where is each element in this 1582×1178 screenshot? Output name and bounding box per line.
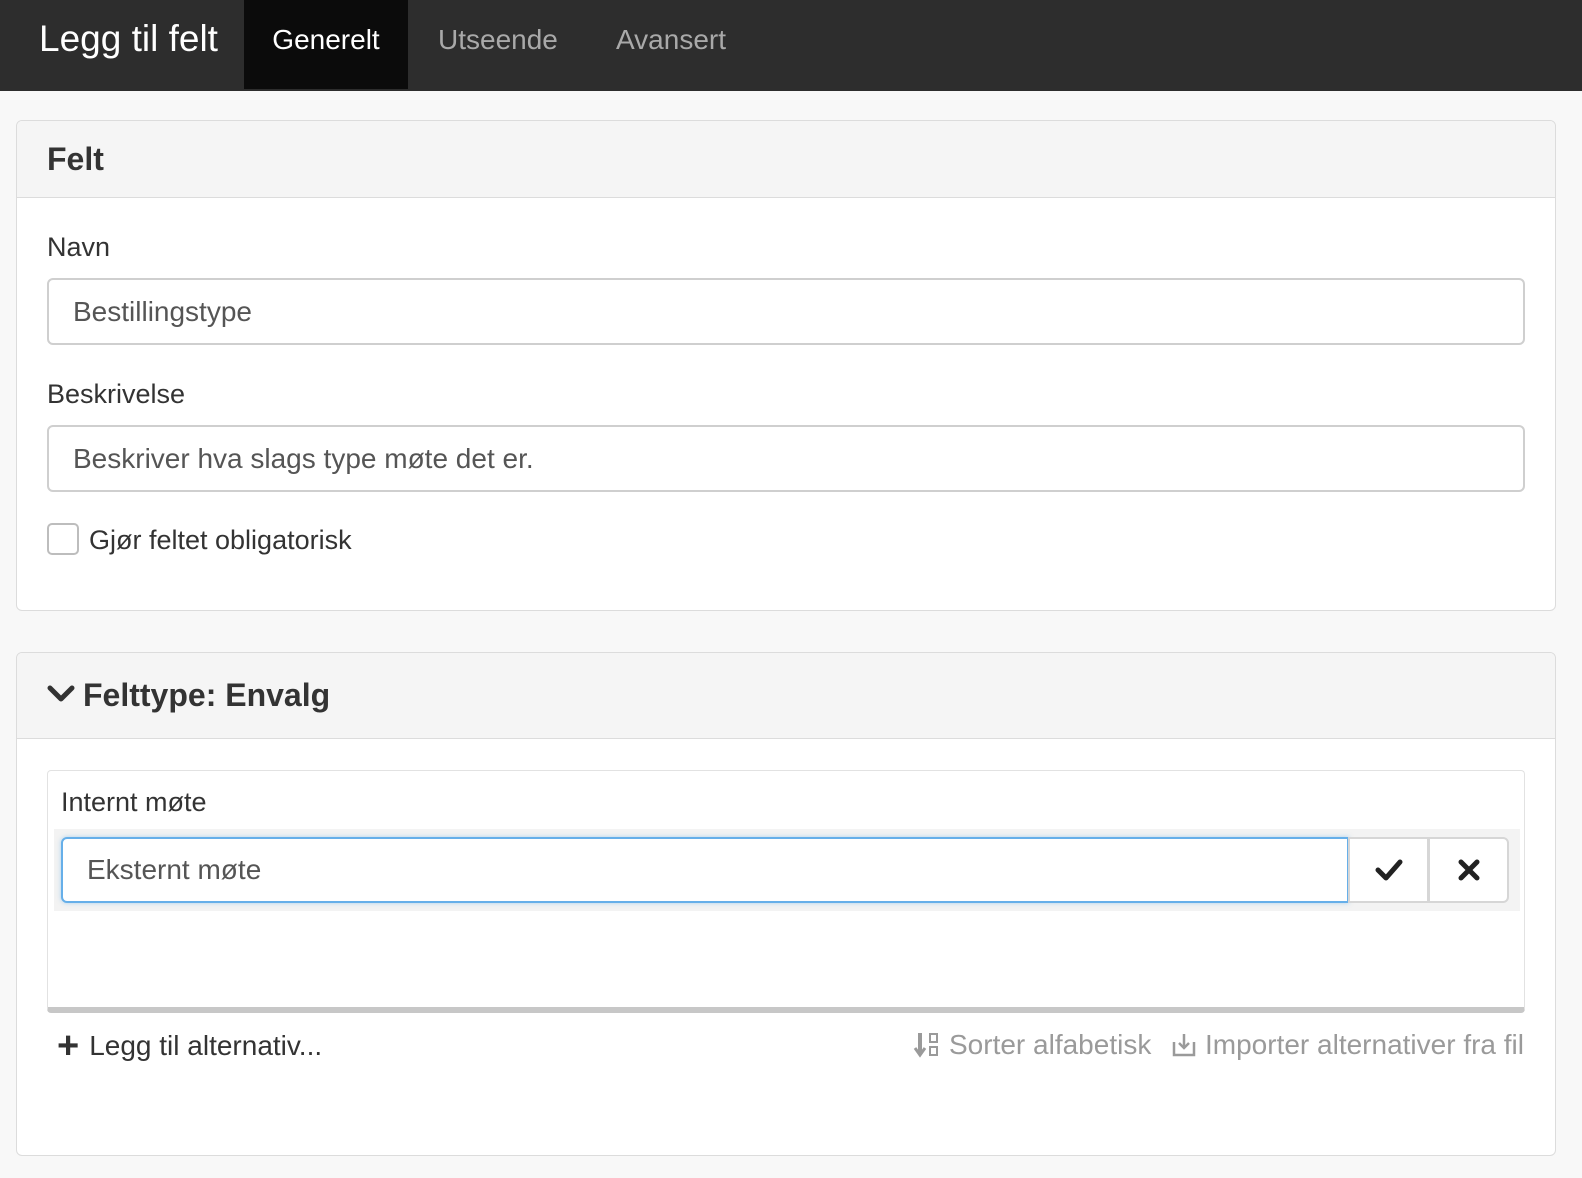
field-panel-header: Felt (17, 121, 1555, 198)
sort-alphabetically-link[interactable]: Sorter alfabetisk (913, 1029, 1151, 1061)
add-option-link[interactable]: + Legg til alternativ... (57, 1027, 322, 1065)
cancel-button[interactable] (1428, 837, 1509, 903)
option-edit-row (54, 829, 1520, 911)
name-label: Navn (47, 232, 111, 262)
top-navigation-bar: Legg til felt Generelt Utseende Avansert (0, 0, 1582, 91)
sort-alpha-icon (913, 1033, 938, 1058)
add-option-label: Legg til alternativ... (89, 1030, 323, 1061)
check-icon (1375, 859, 1402, 881)
import-label: Importer alternativer fra fil (1205, 1029, 1524, 1060)
required-label[interactable]: Gjør feltet obligatorisk (89, 525, 352, 556)
dialog-title: Legg til felt (39, 18, 218, 59)
field-type-title: Felttype: Envalg (83, 677, 331, 713)
field-type-header[interactable]: Felttype: Envalg (17, 653, 1555, 739)
plus-icon: + (57, 1025, 80, 1067)
import-icon (1172, 1034, 1196, 1057)
tab-utseende[interactable]: Utseende (438, 0, 558, 89)
description-input[interactable] (47, 425, 1525, 492)
field-type-panel: Felttype: Envalg Internt møte + Legg til… (16, 652, 1556, 1156)
field-panel: Felt Navn Beskrivelse Gjør feltet obliga… (16, 120, 1556, 611)
sort-label: Sorter alfabetisk (949, 1029, 1152, 1060)
tab-avansert[interactable]: Avansert (616, 0, 726, 89)
name-input[interactable] (47, 278, 1525, 345)
close-icon (1458, 859, 1479, 881)
options-list: Internt møte (47, 770, 1525, 1013)
confirm-button[interactable] (1348, 837, 1429, 903)
chevron-down-icon[interactable] (47, 683, 75, 705)
field-panel-title: Felt (47, 141, 104, 177)
import-options-link[interactable]: Importer alternativer fra fil (1171, 1029, 1524, 1061)
required-checkbox[interactable] (47, 523, 79, 555)
tab-generelt[interactable]: Generelt (244, 0, 408, 89)
description-label: Beskrivelse (47, 379, 186, 409)
option-edit-input[interactable] (61, 837, 1349, 903)
option-item[interactable]: Internt møte (61, 787, 207, 818)
